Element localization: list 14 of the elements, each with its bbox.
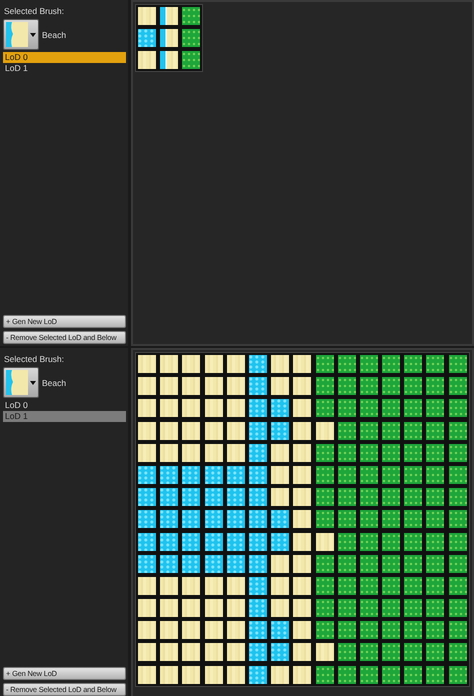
lod-item[interactable]: LoD 0 [3, 52, 126, 63]
selected-brush-label: Selected Brush: [4, 6, 66, 16]
lod-item[interactable]: LoD 1 [3, 63, 126, 74]
brush-dropdown[interactable] [3, 19, 39, 50]
beach-tile-icon [6, 22, 28, 47]
selected-brush-label: Selected Brush: [4, 354, 66, 364]
brush-name: Beach [42, 378, 66, 388]
beach-tile-icon [6, 370, 28, 395]
caret-icon [30, 380, 36, 384]
brush-name: Beach [42, 30, 66, 40]
caret-icon [30, 32, 36, 36]
lod-item[interactable]: LoD 1 [3, 411, 126, 422]
lod-item[interactable]: LoD 0 [3, 400, 126, 411]
brush-dropdown[interactable] [3, 367, 39, 398]
